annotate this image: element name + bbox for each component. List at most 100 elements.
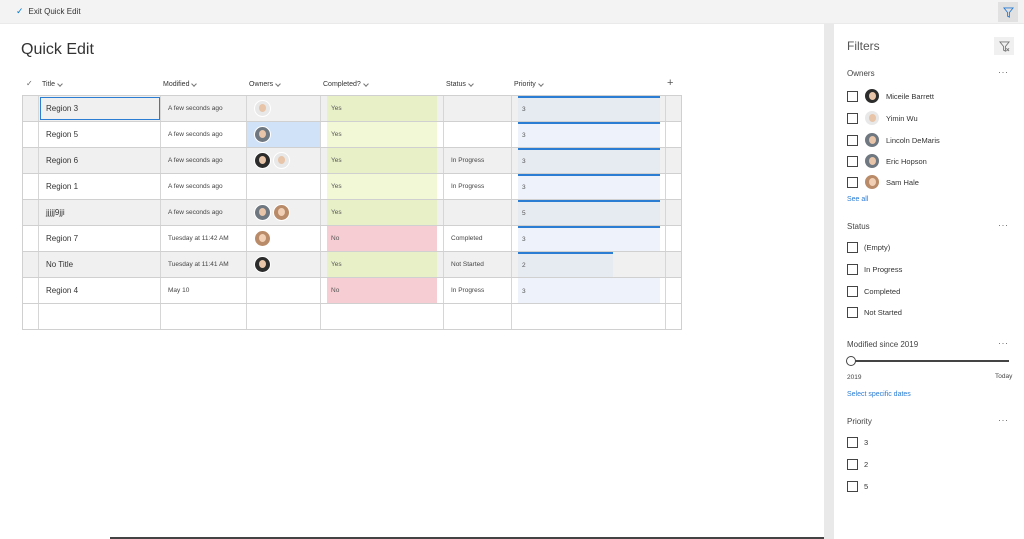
status-cell[interactable]: In Progress [444, 148, 512, 173]
priority-cell[interactable]: 2 [512, 252, 666, 277]
priority-option[interactable]: 2 [847, 459, 868, 470]
row-selector[interactable] [23, 252, 39, 277]
status-cell[interactable]: In Progress [444, 278, 512, 303]
completed-cell[interactable]: No [321, 278, 444, 303]
priority-cell[interactable]: 3 [512, 96, 666, 121]
table-row[interactable]: Region 5 A few seconds ago Yes 3 [23, 122, 681, 148]
status-option[interactable]: (Empty) [847, 242, 890, 253]
checkbox[interactable] [847, 437, 858, 448]
owners-cell[interactable] [247, 252, 321, 277]
table-row[interactable]: Region 7 Tuesday at 11:42 AM No Complete… [23, 226, 681, 252]
owner-option[interactable]: Eric Hopson [847, 153, 927, 169]
owners-cell[interactable] [247, 226, 321, 251]
owners-cell[interactable] [247, 278, 321, 303]
column-header-title[interactable]: Title [42, 80, 63, 88]
checkbox[interactable] [847, 481, 858, 492]
completed-cell[interactable]: Yes [321, 200, 444, 225]
priority-cell[interactable] [512, 304, 666, 329]
priority-option[interactable]: 3 [847, 437, 868, 448]
date-slider-track[interactable] [849, 360, 1009, 362]
new-row[interactable] [23, 304, 681, 330]
status-more-button[interactable]: ··· [998, 220, 1009, 230]
title-cell[interactable]: Region 5 [39, 122, 161, 147]
status-cell[interactable]: Not Started [444, 252, 512, 277]
completed-cell[interactable]: Yes [321, 122, 444, 147]
select-all-checkbox[interactable]: ✓ [26, 79, 33, 88]
add-column-button[interactable]: + [667, 77, 673, 89]
completed-cell[interactable] [321, 304, 444, 329]
completed-cell[interactable]: Yes [321, 96, 444, 121]
owners-cell[interactable] [247, 148, 321, 173]
checkbox[interactable] [847, 155, 858, 167]
row-selector[interactable] [23, 200, 39, 225]
table-row[interactable]: Region 6 A few seconds ago Yes In Progre… [23, 148, 681, 174]
priority-cell[interactable]: 3 [512, 148, 666, 173]
row-selector[interactable] [23, 226, 39, 251]
select-specific-dates-link[interactable]: Select specific dates [847, 391, 911, 398]
priority-cell[interactable]: 5 [512, 200, 666, 225]
checkbox[interactable] [847, 242, 858, 253]
checkbox[interactable] [847, 286, 858, 297]
owner-option[interactable]: Yimin Wu [847, 110, 918, 126]
column-header-status[interactable]: Status [446, 80, 474, 88]
priority-cell[interactable]: 3 [512, 226, 666, 251]
title-cell[interactable]: Region 3 [39, 96, 161, 121]
priority-cell[interactable]: 3 [512, 122, 666, 147]
scrollbar-gutter[interactable] [824, 24, 834, 539]
owner-option[interactable]: Lincoln DeMaris [847, 132, 940, 148]
completed-cell[interactable]: No [321, 226, 444, 251]
completed-cell[interactable]: Yes [321, 252, 444, 277]
owners-cell[interactable] [247, 122, 321, 147]
checkbox[interactable] [847, 264, 858, 275]
status-cell[interactable] [444, 304, 512, 329]
status-option[interactable]: In Progress [847, 264, 902, 275]
exit-quick-edit-button[interactable]: ✓ Exit Quick Edit [16, 6, 81, 17]
status-cell[interactable]: Completed [444, 226, 512, 251]
completed-cell[interactable]: Yes [321, 174, 444, 199]
row-selector[interactable] [23, 148, 39, 173]
table-row[interactable]: jjjjj9jji A few seconds ago Yes 5 [23, 200, 681, 226]
row-selector[interactable] [23, 304, 39, 329]
table-row[interactable]: Region 3 A few seconds ago Yes 3 [23, 96, 681, 122]
owners-more-button[interactable]: ··· [998, 67, 1009, 77]
priority-option[interactable]: 5 [847, 481, 868, 492]
row-selector[interactable] [23, 174, 39, 199]
priority-cell[interactable]: 3 [512, 278, 666, 303]
filter-pane-toggle-button[interactable] [998, 2, 1018, 22]
title-cell[interactable]: Region 7 [39, 226, 161, 251]
column-header-completed[interactable]: Completed? [323, 80, 369, 88]
checkbox[interactable] [847, 112, 858, 124]
owners-cell[interactable] [247, 96, 321, 121]
checkbox[interactable] [847, 90, 858, 102]
table-row[interactable]: Region 1 A few seconds ago Yes In Progre… [23, 174, 681, 200]
title-cell[interactable]: Region 6 [39, 148, 161, 173]
completed-cell[interactable]: Yes [321, 148, 444, 173]
title-cell[interactable]: No Title [39, 252, 161, 277]
date-slider-handle[interactable] [846, 356, 856, 366]
status-cell[interactable]: In Progress [444, 174, 512, 199]
column-header-owners[interactable]: Owners [249, 80, 281, 88]
status-option[interactable]: Completed [847, 286, 900, 297]
title-cell[interactable]: jjjjj9jji [39, 200, 161, 225]
checkbox[interactable] [847, 459, 858, 470]
status-cell[interactable] [444, 96, 512, 121]
owners-cell[interactable] [247, 304, 321, 329]
table-row[interactable]: Region 4 May 10 No In Progress 3 [23, 278, 681, 304]
column-header-priority[interactable]: Priority [514, 80, 544, 88]
modified-more-button[interactable]: ··· [998, 338, 1009, 348]
owners-cell[interactable] [247, 174, 321, 199]
column-header-modified[interactable]: Modified [163, 80, 198, 88]
priority-cell[interactable]: 3 [512, 174, 666, 199]
title-cell[interactable]: Region 1 [39, 174, 161, 199]
status-cell[interactable] [444, 122, 512, 147]
title-cell[interactable] [39, 304, 161, 329]
row-selector[interactable] [23, 122, 39, 147]
owner-option[interactable]: Miceile Barrett [847, 88, 934, 104]
status-option[interactable]: Not Started [847, 307, 902, 318]
checkbox[interactable] [847, 176, 858, 188]
status-cell[interactable] [444, 200, 512, 225]
row-selector[interactable] [23, 278, 39, 303]
row-selector[interactable] [23, 96, 39, 121]
owners-cell[interactable] [247, 200, 321, 225]
table-row[interactable]: No Title Tuesday at 11:41 AM Yes Not Sta… [23, 252, 681, 278]
